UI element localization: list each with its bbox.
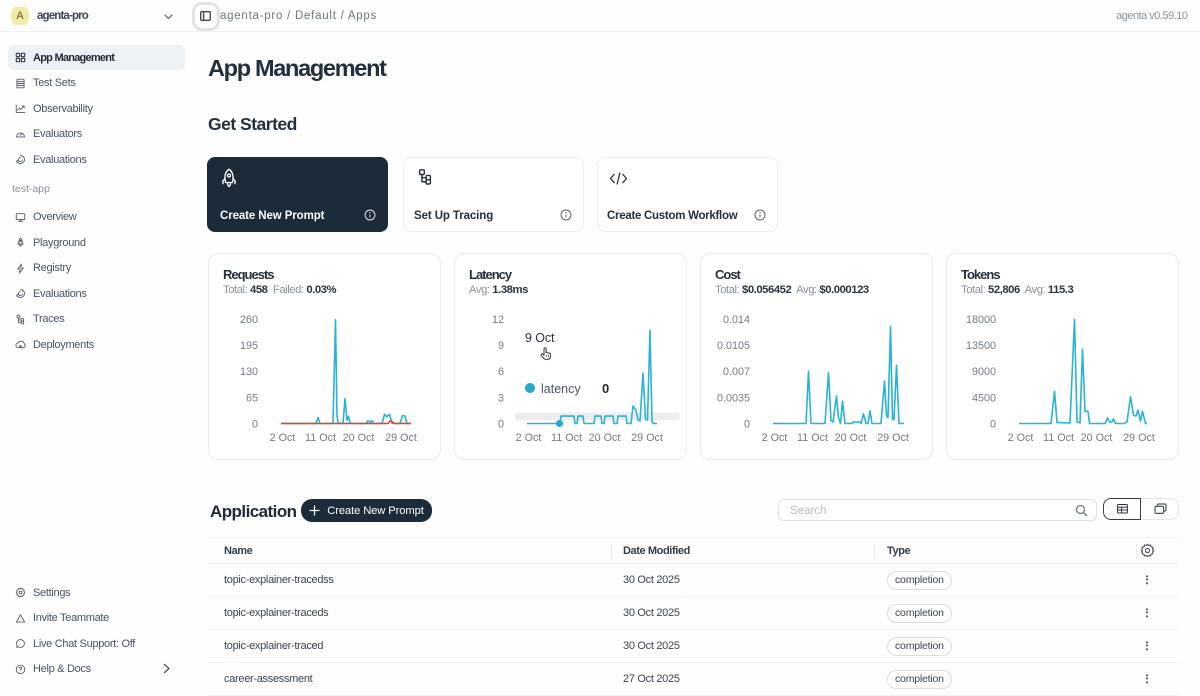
svg-text:2 Oct: 2 Oct xyxy=(762,432,788,444)
svg-text:2 Oct: 2 Oct xyxy=(516,432,542,444)
svg-text:29 Oct: 29 Oct xyxy=(1123,432,1155,444)
svg-text:13500: 13500 xyxy=(966,340,996,352)
svg-text:29 Oct: 29 Oct xyxy=(631,432,663,444)
svg-text:2 Oct: 2 Oct xyxy=(1008,432,1034,444)
svg-text:20 Oct: 20 Oct xyxy=(589,432,621,444)
svg-text:0.0105: 0.0105 xyxy=(717,340,750,352)
svg-text:11 Oct: 11 Oct xyxy=(797,432,828,444)
svg-text:0.007: 0.007 xyxy=(723,366,750,378)
svg-text:9000: 9000 xyxy=(972,366,996,378)
svg-text:260: 260 xyxy=(240,314,258,326)
svg-text:195: 195 xyxy=(240,340,258,352)
svg-text:29 Oct: 29 Oct xyxy=(385,432,417,444)
svg-text:11 Oct: 11 Oct xyxy=(305,432,336,444)
svg-text:20 Oct: 20 Oct xyxy=(1081,432,1113,444)
svg-text:0: 0 xyxy=(990,418,996,430)
svg-text:65: 65 xyxy=(246,392,258,404)
svg-text:130: 130 xyxy=(240,366,258,378)
svg-text:0.0035: 0.0035 xyxy=(717,392,750,404)
svg-text:0: 0 xyxy=(744,418,750,430)
svg-text:4500: 4500 xyxy=(972,392,996,404)
svg-text:0.014: 0.014 xyxy=(723,314,750,326)
svg-text:0: 0 xyxy=(252,418,258,430)
svg-text:3: 3 xyxy=(498,392,504,404)
svg-text:11 Oct: 11 Oct xyxy=(1043,432,1074,444)
svg-text:18000: 18000 xyxy=(966,314,996,326)
svg-text:9: 9 xyxy=(498,340,504,352)
svg-text:20 Oct: 20 Oct xyxy=(835,432,867,444)
svg-text:12: 12 xyxy=(492,314,504,326)
svg-text:6: 6 xyxy=(498,366,504,378)
svg-text:20 Oct: 20 Oct xyxy=(343,432,375,444)
svg-text:0: 0 xyxy=(498,418,504,430)
svg-text:11 Oct: 11 Oct xyxy=(551,432,582,444)
svg-text:2 Oct: 2 Oct xyxy=(270,432,296,444)
svg-text:29 Oct: 29 Oct xyxy=(877,432,909,444)
